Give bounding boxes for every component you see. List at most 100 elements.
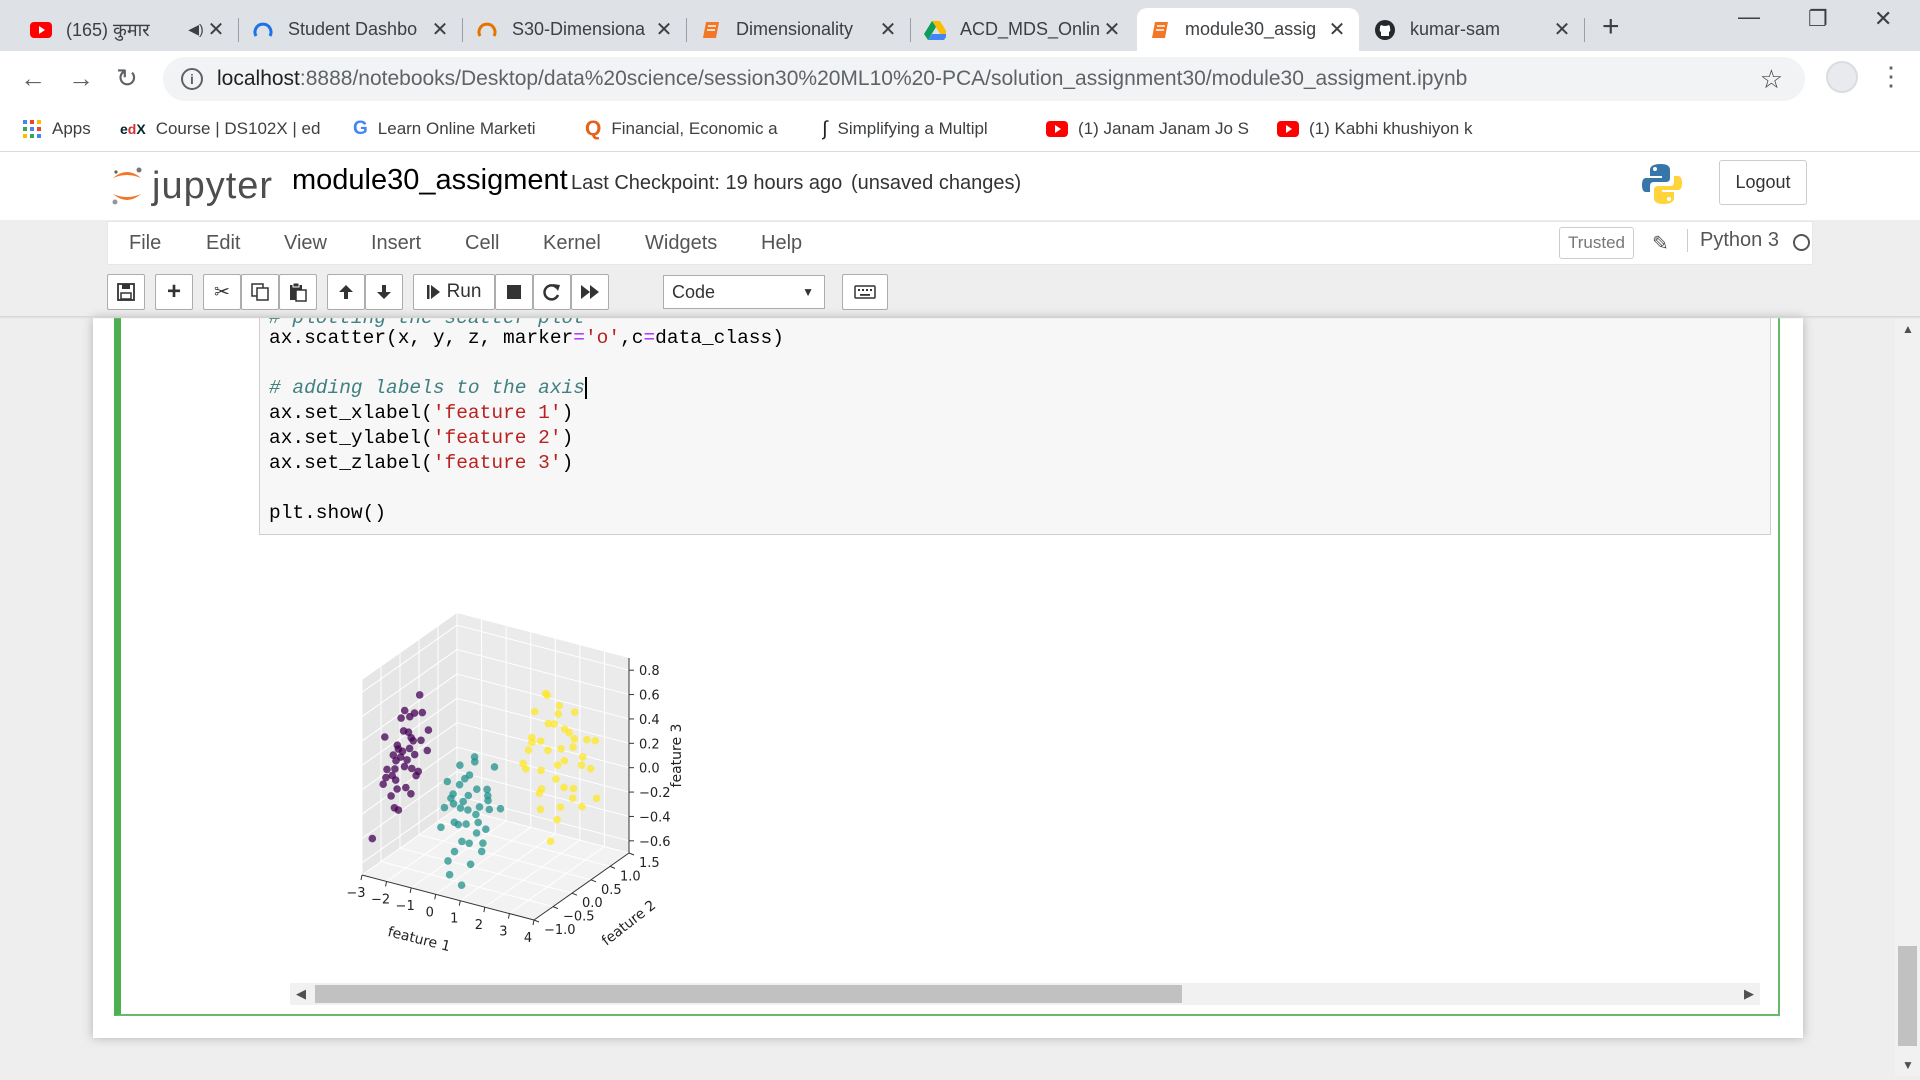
data-point-class-1	[445, 870, 454, 879]
url-host: localhost	[217, 67, 300, 90]
menu-edit[interactable]: Edit	[206, 232, 240, 255]
menu-insert[interactable]: Insert	[371, 232, 421, 255]
menu-kernel[interactable]: Kernel	[543, 232, 601, 255]
move-cell-up-button[interactable]	[327, 274, 365, 310]
data-point-class-1	[485, 805, 494, 814]
data-point-class-0	[410, 709, 419, 717]
menu-cell[interactable]: Cell	[465, 232, 499, 255]
horizontal-scroll-thumb[interactable]	[315, 985, 1182, 1003]
tab-title: Dimensionality	[736, 19, 854, 39]
jupyter-logo[interactable]: jupyter	[110, 162, 273, 210]
plus-icon: +	[166, 278, 181, 305]
z-tick-label: −0.6	[639, 835, 671, 850]
profile-avatar[interactable]	[1826, 61, 1858, 93]
restore-button[interactable]: ❐	[1808, 6, 1828, 32]
y-tick-mark	[590, 879, 597, 883]
data-point-class-0	[387, 792, 395, 800]
bookmark-label: (1) Janam Janam Jo S	[1078, 119, 1250, 138]
close-tab-icon[interactable]: ✕	[878, 17, 898, 42]
menu-file[interactable]: File	[129, 232, 161, 255]
z-tick-label: −0.2	[639, 786, 671, 801]
scroll-down-arrow-icon[interactable]: ▼	[1902, 1058, 1914, 1072]
bookmark-label: Financial, Economic a	[611, 119, 778, 138]
data-point-class-1	[465, 771, 474, 779]
data-point-class-2	[578, 802, 586, 811]
tab-title: kumar-sam	[1410, 19, 1501, 39]
logout-button[interactable]: Logout	[1719, 160, 1807, 205]
restart-run-all-button[interactable]	[571, 274, 609, 310]
bookmark-kabhi-khushiyon[interactable]: (1) Kabhi khushiyon k	[1277, 116, 1487, 142]
tab-youtube-kumar[interactable]: (165) कुमार ◀) ✕	[18, 8, 239, 51]
new-tab-button[interactable]: +	[1602, 10, 1620, 44]
close-tab-icon[interactable]: ✕	[1552, 17, 1572, 42]
move-cell-down-button[interactable]	[365, 274, 403, 310]
save-button[interactable]	[107, 274, 145, 310]
interrupt-kernel-button[interactable]	[495, 274, 533, 310]
run-cell-button[interactable]: Run	[413, 274, 495, 310]
data-point-class-1	[466, 860, 475, 869]
tab-module30-assigment[interactable]: module30_assig ✕	[1137, 8, 1359, 51]
bookmark-financial-economic[interactable]: Q Financial, Economic a	[585, 116, 795, 142]
menu-widgets[interactable]: Widgets	[645, 232, 717, 255]
code-line-comment-labels: # adding labels to the axis	[269, 376, 587, 399]
command-palette-button[interactable]	[842, 274, 888, 310]
x-tick-label: −1	[396, 899, 415, 914]
cut-cell-button[interactable]: ✂	[203, 274, 241, 310]
url-input[interactable]: i localhost:8888/notebooks/Desktop/data%…	[163, 57, 1805, 101]
code-line-scatter: ax.scatter(x, y, z, marker='o',c=data_cl…	[269, 327, 784, 349]
y-tick-mark	[628, 852, 635, 856]
bookmark-janam-janam[interactable]: (1) Janam Janam Jo S	[1046, 116, 1256, 142]
cell-type-value: Code	[672, 281, 716, 302]
tab-acd-mds-online[interactable]: ACD_MDS_Onlin ✕	[912, 8, 1134, 51]
code-line-ylabel: ax.set_ylabel('feature 2')	[269, 427, 574, 449]
close-tab-icon[interactable]: ✕	[1327, 17, 1347, 42]
tab-student-dashboard[interactable]: Student Dashbo ✕	[240, 8, 463, 51]
forward-button[interactable]: →	[68, 63, 94, 94]
bookmark-edx-course[interactable]: edX Course | DS102X | ed	[120, 116, 330, 142]
bookmark-star-icon[interactable]: ☆	[1760, 64, 1783, 95]
close-tab-icon[interactable]: ✕	[430, 17, 450, 42]
scroll-right-arrow-icon[interactable]: ▶	[1744, 986, 1754, 1002]
cell-type-select[interactable]: Code ▼	[663, 275, 825, 309]
y-tick-label: 0.0	[582, 896, 603, 911]
tab-title: S30-Dimensiona	[512, 19, 646, 39]
insert-cell-button[interactable]: +	[155, 274, 193, 310]
tab-s30-dimensionality[interactable]: S30-Dimensiona ✕	[464, 8, 687, 51]
z-tick-label: 0.8	[639, 664, 660, 679]
bookmark-apps[interactable]: Apps	[22, 116, 91, 142]
data-point-class-1	[456, 804, 465, 812]
close-tab-icon[interactable]: ✕	[206, 17, 226, 42]
minimize-button[interactable]: —	[1738, 4, 1760, 30]
close-window-button[interactable]: ✕	[1874, 6, 1892, 32]
tab-github-kumar-sam[interactable]: kumar-sam ✕	[1362, 8, 1585, 51]
reload-button[interactable]: ↻	[116, 63, 138, 94]
notebook-name[interactable]: module30_assigment	[292, 164, 568, 197]
python-logo-icon	[1640, 162, 1684, 211]
audio-playing-icon[interactable]: ◀)	[186, 21, 206, 38]
bookmark-simplifying-multiple[interactable]: ∫ Simplifying a Multipl	[822, 116, 1022, 142]
copy-cell-button[interactable]	[241, 274, 279, 310]
page-vertical-scrollbar[interactable]: ▲ ▼	[1895, 318, 1920, 1076]
trusted-indicator[interactable]: Trusted	[1559, 227, 1635, 259]
bookmark-learn-online-marketing[interactable]: G Learn Online Marketi	[353, 116, 563, 142]
tab-dimensionality[interactable]: Dimensionality ✕	[688, 8, 911, 51]
output-horizontal-scrollbar[interactable]: ◀ ▶	[290, 983, 1760, 1005]
restart-kernel-button[interactable]	[533, 274, 571, 310]
close-tab-icon[interactable]: ✕	[654, 17, 674, 42]
data-point-class-2	[524, 746, 533, 754]
data-point-class-1	[473, 785, 481, 793]
data-point-class-1	[443, 777, 452, 786]
scroll-up-arrow-icon[interactable]: ▲	[1902, 322, 1914, 336]
scroll-left-arrow-icon[interactable]: ◀	[296, 986, 306, 1002]
kernel-name[interactable]: Python 3	[1687, 229, 1779, 252]
browser-menu-icon[interactable]: ⋮	[1878, 61, 1904, 92]
site-info-icon[interactable]: i	[181, 68, 203, 90]
close-tab-icon[interactable]: ✕	[1102, 17, 1122, 42]
vertical-scroll-thumb[interactable]	[1898, 946, 1917, 1046]
back-button[interactable]: ←	[20, 63, 46, 94]
data-point-class-1	[479, 839, 487, 847]
paste-cell-button[interactable]	[279, 274, 317, 310]
menu-view[interactable]: View	[284, 232, 327, 255]
menu-help[interactable]: Help	[761, 232, 802, 255]
run-label: Run	[446, 281, 482, 302]
